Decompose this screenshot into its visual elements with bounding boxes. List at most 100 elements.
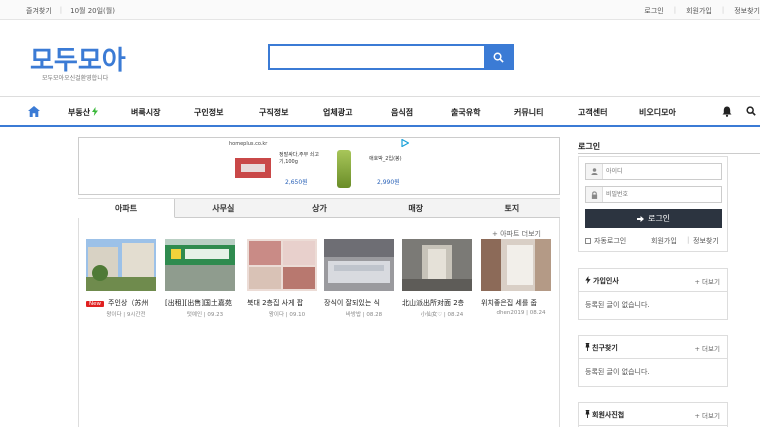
find-info-link[interactable]: 정보찾기 [693,236,719,246]
ad-product-price: 2,990원 [377,179,400,186]
gallery-card[interactable]: 장식이 잘되있는 식 바방밥 | 08.28 [324,239,394,318]
listing-meta: 텃예인 | 09.23 [186,312,224,318]
gallery-card[interactable]: 북대 2층집 사게 팝 왕이다 | 09.10 [247,239,317,318]
tab-shop[interactable]: 상가 [271,199,367,217]
bell-icon[interactable] [722,106,732,117]
user-icon [586,164,603,179]
ad-banner[interactable]: homeplus.co.kr 정말싸다,주부 쇠고기,100g 2,650원 애… [78,137,560,195]
sign-in-icon [636,215,644,222]
tab-land[interactable]: 토지 [464,199,560,217]
login-title: 로그인 [578,142,601,151]
separator: | [59,6,63,14]
ad-source: homeplus.co.kr [229,141,268,147]
widget-header: 친구찾기 + 더보기 [579,336,727,359]
listing-title[interactable]: 장식이 잘되있는 식 [324,298,398,308]
ad-product-image[interactable] [337,150,351,188]
listing-title[interactable]: 북대 2층집 사게 팝 [247,298,321,308]
search-icon[interactable] [746,106,756,116]
nav-item-restaurants[interactable]: 음식점 [391,107,413,118]
nav-item-label: 부동산 [68,108,91,117]
listing-photo[interactable] [481,239,551,291]
widget-title-text: 회원사진첩 [592,411,625,419]
nav-item-realestate[interactable]: 부동산 [68,107,99,118]
nav-item-business-ads[interactable]: 업체광고 [323,107,352,118]
listing-title[interactable]: [出租][出售]国土嘉苑 [165,298,239,308]
id-input[interactable] [606,166,716,177]
lock-icon [586,187,603,202]
listing-author[interactable]: 왕이다 [106,312,121,318]
listing-date: 9시간전 [126,312,146,318]
signup-link[interactable]: 회원가입 [651,236,677,246]
listing-author[interactable]: dhen2019 [497,310,525,316]
adchoices-icon[interactable] [401,139,409,147]
widget-title[interactable]: 친구찾기 [585,343,618,353]
listing-title[interactable]: 北山派出所对面 2층 [402,298,476,308]
top-signup-link[interactable]: 회원가입 [686,6,712,16]
widget-empty-message: 등록된 글이 없습니다. [585,301,650,309]
widget-title[interactable]: 가입인사 [585,276,619,286]
nav-item-biodimoa[interactable]: 비오디모아 [639,107,676,118]
ad-product-image[interactable] [235,158,271,178]
nav-item-jobs[interactable]: 구인정보 [194,107,223,118]
widget-empty-message: 등록된 글이 없습니다. [585,368,650,376]
widget-title[interactable]: 회원사진첩 [585,410,624,420]
search-bar [268,44,514,70]
gallery-card[interactable]: 위치좋은집 세를 줍 dhen2019 | 08.24 [481,239,551,316]
widget-more-link[interactable]: + 더보기 [695,276,720,286]
listing-meta: 小仙女♡ | 08.24 [420,312,464,318]
search-input[interactable] [270,46,484,68]
ad-product-name[interactable]: 애호박_2입(봉) [369,155,402,162]
separator: | [721,6,725,14]
search-icon [493,52,504,63]
listing-author[interactable]: 왕이다 [269,312,284,318]
listing-photo[interactable] [247,239,317,291]
nav-item-customer-center[interactable]: 고객센터 [578,107,607,118]
listing-title[interactable]: New 주인상（苏州 [86,298,160,308]
listing-author[interactable]: 텃예인 [187,312,202,318]
listing-title[interactable]: 위치좋은집 세를 줍 [481,298,555,308]
widget-more-link[interactable]: + 더보기 [695,410,720,420]
top-find-info-link[interactable]: 정보찾기 [734,6,760,16]
search-button[interactable] [484,46,512,68]
nav-item-study-abroad[interactable]: 출국유학 [451,107,480,118]
tab-apartment[interactable]: 아파트 [78,199,176,218]
listing-author[interactable]: 小仙女♡ [421,312,442,318]
listing-author[interactable]: 바방밥 [346,312,361,318]
logo-subtitle: 모두모아오신걸환영합니다 [42,75,109,82]
login-options: 자동로그인 회원가입 | 정보찾기 [585,236,725,246]
site-logo[interactable]: 모두모아 [30,40,126,77]
tab-office[interactable]: 사무실 [175,199,271,217]
listing-photo[interactable] [324,239,394,291]
bookmark-link[interactable]: 즐겨찾기 [26,6,52,16]
auto-login-checkbox[interactable]: 자동로그인 [585,237,626,245]
divider [578,153,760,154]
checkbox-icon [585,238,591,244]
top-login-link[interactable]: 로그인 [644,6,663,16]
login-button-label: 로그인 [647,214,671,223]
current-date: 10월 20일(월) [70,7,115,15]
tab-store[interactable]: 매장 [368,199,464,217]
listing-photo[interactable] [402,239,472,291]
listing-photo[interactable] [86,239,156,291]
home-icon[interactable] [28,106,40,117]
gallery-card[interactable]: [出租][出售]国土嘉苑 텃예인 | 09.23 [165,239,235,318]
listing-photo[interactable] [165,239,235,291]
listing-date: 09.10 [289,312,306,318]
widget-header: 가입인사 + 더보기 [579,269,727,292]
widget-find-friends: 친구찾기 + 더보기 등록된 글이 없습니다. [578,335,728,387]
nav-item-jobseek[interactable]: 구직정보 [259,107,288,118]
ad-product-name[interactable]: 정말싸다,주부 쇠고기,100g [279,152,319,166]
listing-meta: 바방밥 | 08.28 [345,312,383,318]
id-field[interactable] [585,163,722,180]
login-button[interactable]: 로그인 [585,209,722,228]
pin-icon [585,410,590,418]
password-input[interactable] [606,189,716,200]
nav-item-fleamarket[interactable]: 벼룩시장 [131,107,160,118]
gallery-card[interactable]: 北山派出所对面 2층 小仙女♡ | 08.24 [402,239,472,318]
apartment-more-link[interactable]: + 아파트 더보기 [492,229,541,239]
widget-title-text: 가입인사 [593,277,619,285]
nav-item-community[interactable]: 커뮤니티 [514,107,543,118]
widget-more-link[interactable]: + 더보기 [695,343,720,353]
gallery-card[interactable]: New 주인상（苏州 왕이다 | 9시간전 [86,239,156,318]
password-field[interactable] [585,186,722,203]
